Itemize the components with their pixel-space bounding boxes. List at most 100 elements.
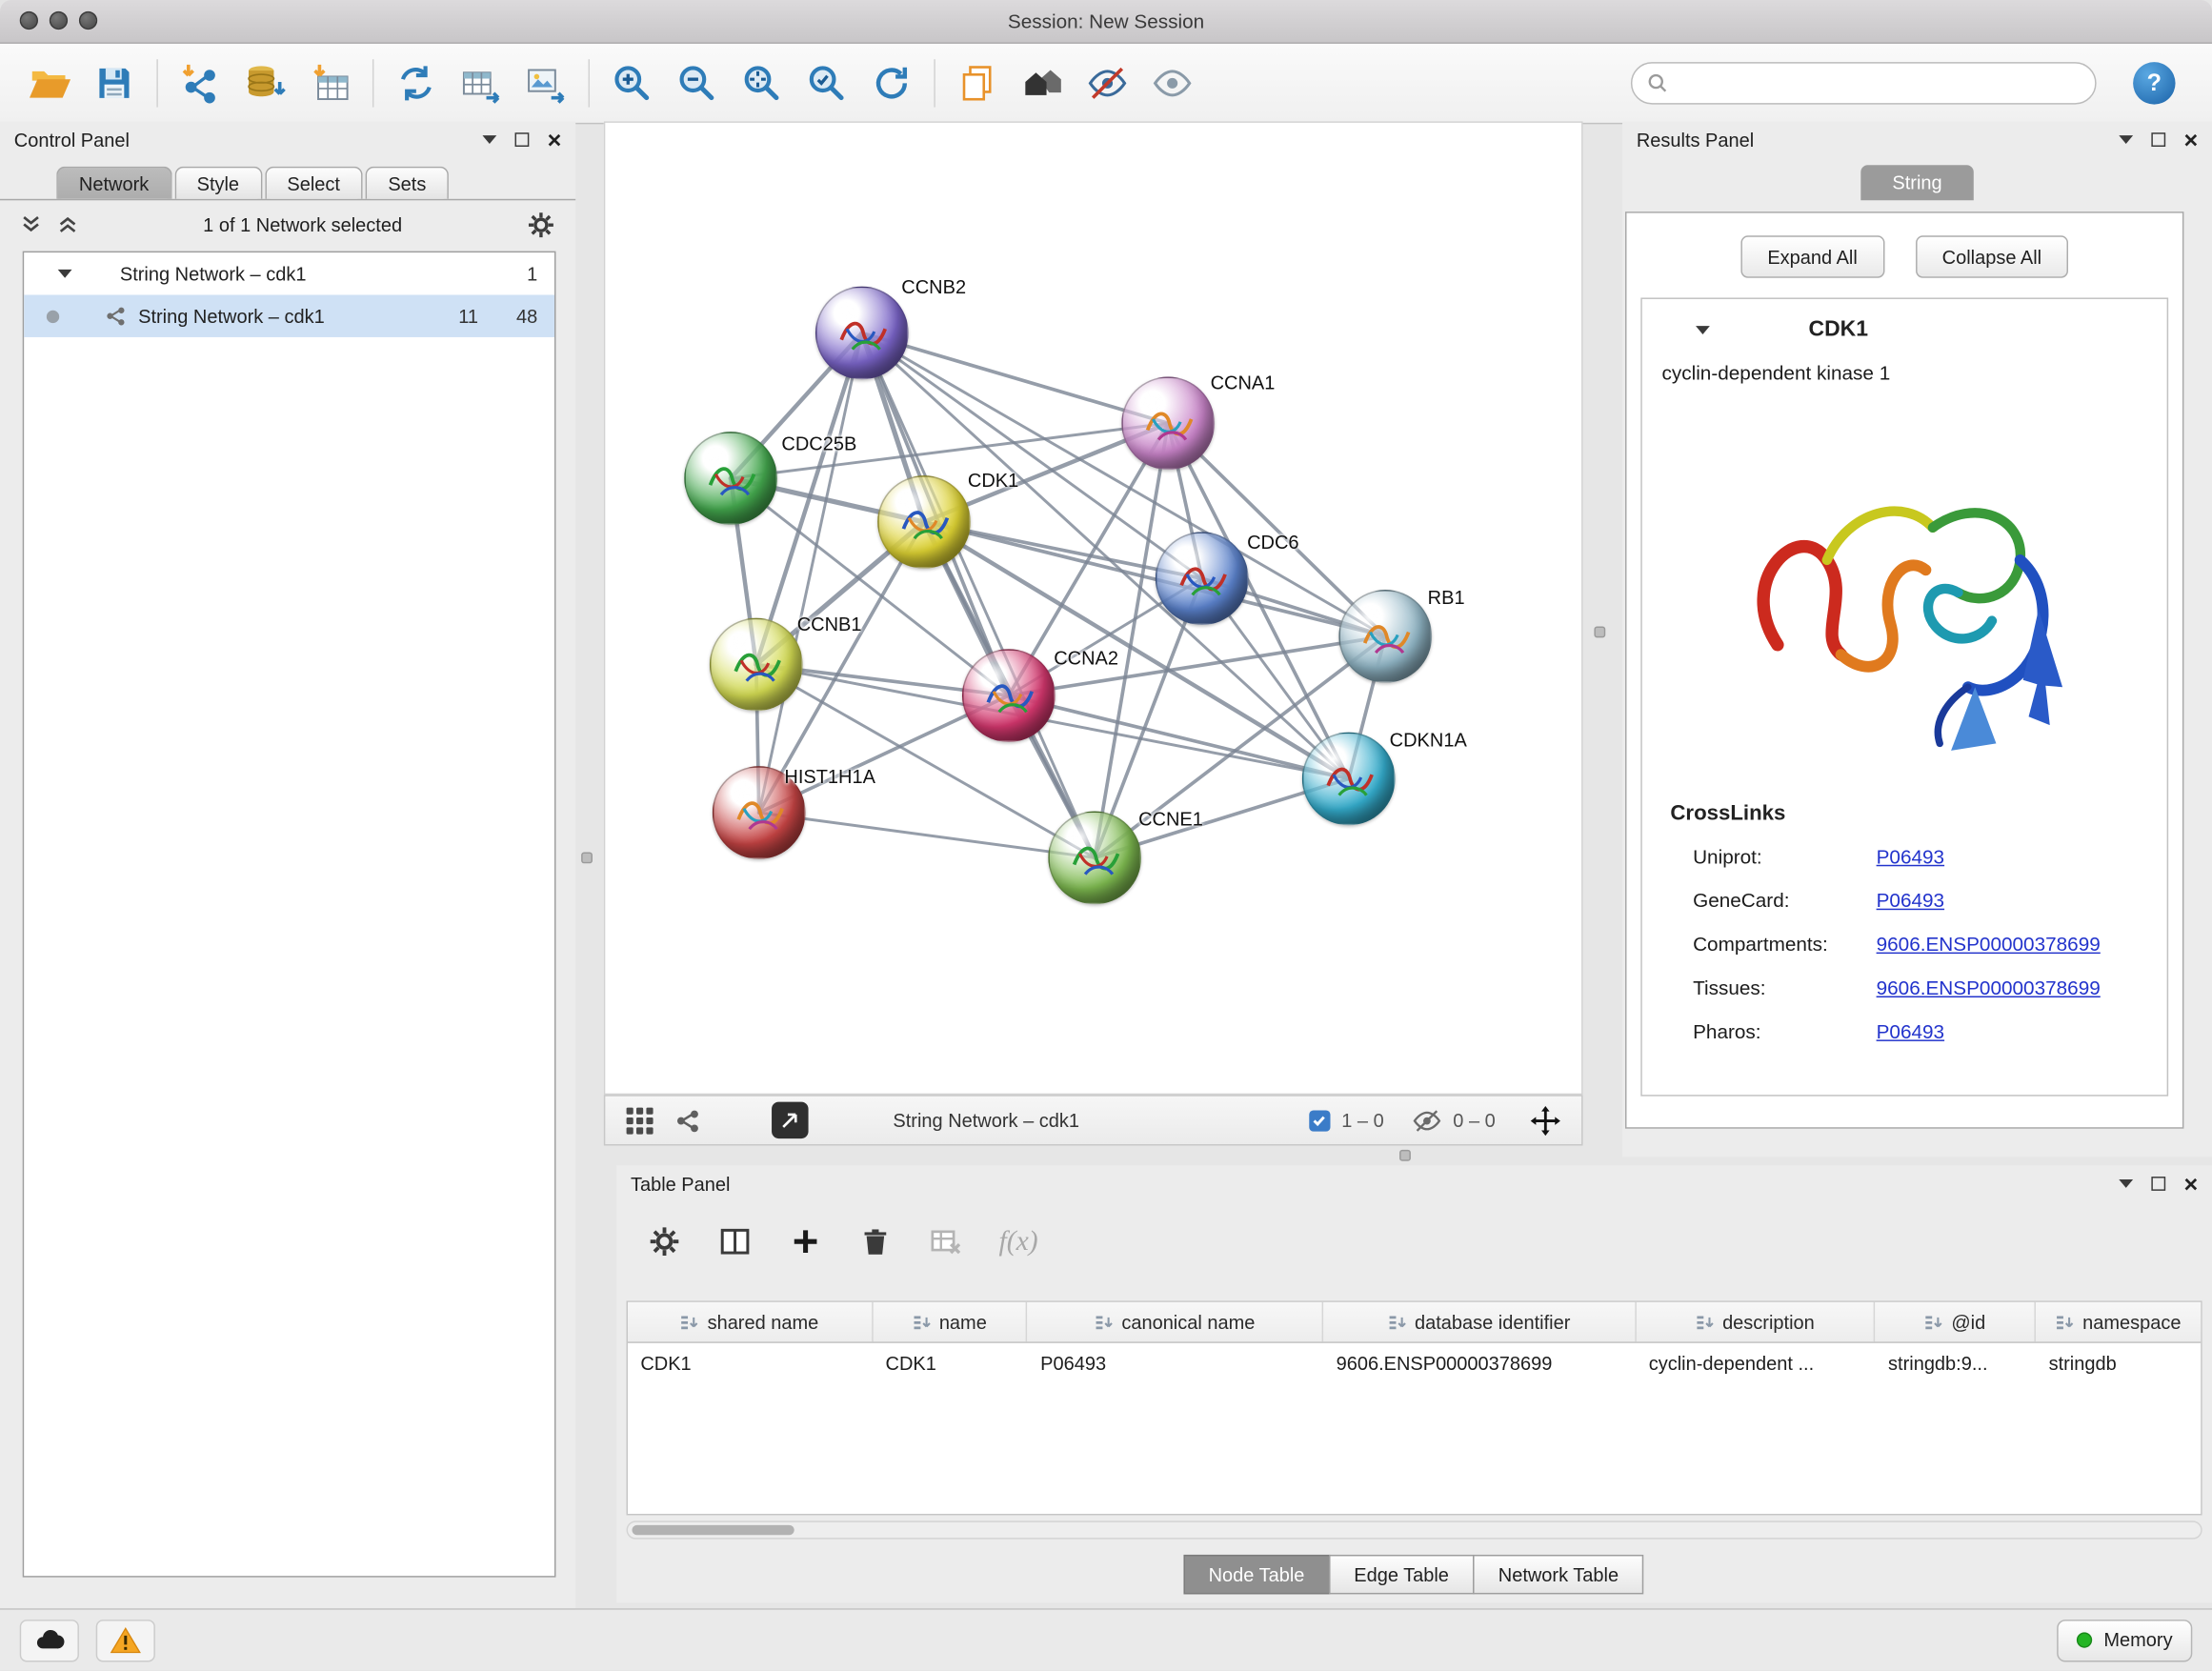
- network-node-CCNA2[interactable]: [962, 649, 1056, 742]
- delete-column-trash-icon[interactable]: [859, 1225, 892, 1258]
- crosslink-pharos-link[interactable]: P06493: [1877, 1019, 1944, 1042]
- database-import-icon: [244, 62, 286, 104]
- save-session-button[interactable]: [82, 52, 147, 114]
- section-collapse-caret-icon[interactable]: [1696, 326, 1710, 334]
- network-node-CCNA1[interactable]: [1121, 376, 1215, 470]
- panel-menu-caret-icon[interactable]: [483, 135, 497, 144]
- table-settings-gear-icon[interactable]: [648, 1224, 682, 1258]
- cell-database-identifier: 9606.ENSP00000378699: [1323, 1352, 1636, 1373]
- tab-string[interactable]: String: [1861, 165, 1973, 200]
- warnings-button[interactable]: [96, 1619, 155, 1661]
- float-panel-icon[interactable]: [2151, 132, 2165, 147]
- network-view-canvas[interactable]: CCNB2CCNA1CDC25BCDK1CDC6RB1CCNB1CCNA2CDK…: [604, 121, 1583, 1095]
- memory-button[interactable]: Memory: [2057, 1619, 2192, 1661]
- collapse-all-chevrons-icon[interactable]: [56, 213, 79, 236]
- function-builder-fx-icon: f(x): [998, 1225, 1037, 1258]
- birdseye-view-button[interactable]: [772, 1102, 809, 1139]
- column-header[interactable]: @id: [1876, 1302, 2037, 1341]
- selected-nodes-checkbox[interactable]: [1309, 1110, 1330, 1131]
- grid-view-icon[interactable]: [625, 1105, 654, 1135]
- create-column-plus-icon[interactable]: [789, 1224, 823, 1258]
- open-session-button[interactable]: [17, 52, 82, 114]
- close-window-button[interactable]: [20, 11, 38, 30]
- network-node-CDKN1A[interactable]: [1302, 733, 1396, 826]
- new-network-from-selection-button[interactable]: [384, 52, 449, 114]
- collapse-all-button[interactable]: Collapse All: [1916, 235, 2069, 277]
- close-panel-icon[interactable]: ×: [2184, 1172, 2199, 1196]
- close-panel-icon[interactable]: ×: [2184, 128, 2199, 151]
- network-collection-row[interactable]: String Network – cdk1 1: [24, 252, 554, 294]
- expand-all-button[interactable]: Expand All: [1740, 235, 1884, 277]
- column-header[interactable]: description: [1636, 1302, 1875, 1341]
- protein-section-header[interactable]: CDK1: [1642, 299, 2167, 361]
- zoom-window-button[interactable]: [79, 11, 97, 30]
- tab-node-table[interactable]: Node Table: [1183, 1555, 1330, 1594]
- zoom-out-button[interactable]: [665, 52, 730, 114]
- tree-expand-caret-icon[interactable]: [58, 270, 72, 278]
- show-columns-icon[interactable]: [718, 1224, 753, 1258]
- expand-all-chevrons-icon[interactable]: [20, 213, 43, 236]
- table-horizontal-scrollbar[interactable]: [627, 1520, 2202, 1539]
- hide-graphics-details-button[interactable]: [1075, 52, 1139, 114]
- import-table-from-file-button[interactable]: [297, 52, 362, 114]
- help-button[interactable]: ?: [2133, 62, 2175, 104]
- import-network-from-file-button[interactable]: [168, 52, 232, 114]
- column-header[interactable]: name: [873, 1302, 1028, 1341]
- refresh-view-button[interactable]: [859, 52, 924, 114]
- export-table-button[interactable]: [449, 52, 513, 114]
- network-node-CCNE1[interactable]: [1048, 812, 1141, 905]
- zoom-fit-button[interactable]: [730, 52, 794, 114]
- search-input[interactable]: [1678, 71, 2081, 95]
- horizontal-splitter-handle[interactable]: [1399, 1150, 1411, 1161]
- network-node-label: CCNB1: [797, 614, 862, 634]
- show-graphics-details-button[interactable]: [1140, 52, 1205, 114]
- scrollbar-thumb[interactable]: [632, 1525, 794, 1535]
- table-row[interactable]: CDK1 CDK1 P06493 9606.ENSP00000378699 cy…: [628, 1343, 2201, 1382]
- duplicate-network-button[interactable]: [945, 52, 1010, 114]
- column-header[interactable]: shared name: [628, 1302, 873, 1341]
- tab-style[interactable]: Style: [174, 167, 262, 199]
- import-network-from-database-button[interactable]: [232, 52, 297, 114]
- cloud-status-button[interactable]: [20, 1619, 79, 1661]
- network-node-RB1[interactable]: [1338, 590, 1432, 683]
- network-node-CDC25B[interactable]: [684, 432, 777, 525]
- network-node-CCNB2[interactable]: [815, 287, 909, 380]
- tab-select[interactable]: Select: [265, 167, 363, 199]
- zoom-in-button[interactable]: [599, 52, 664, 114]
- column-header[interactable]: namespace: [2036, 1302, 2201, 1341]
- tab-network[interactable]: Network: [56, 167, 171, 199]
- close-panel-icon[interactable]: ×: [548, 128, 562, 151]
- crosslink-compartments-link[interactable]: 9606.ENSP00000378699: [1877, 932, 2101, 955]
- minimize-window-button[interactable]: [50, 11, 68, 30]
- column-header[interactable]: database identifier: [1323, 1302, 1636, 1341]
- float-panel-icon[interactable]: [2151, 1177, 2165, 1191]
- export-image-button[interactable]: [513, 52, 578, 114]
- column-header[interactable]: canonical name: [1028, 1302, 1323, 1341]
- float-panel-icon[interactable]: [515, 132, 530, 147]
- zoom-selected-button[interactable]: [794, 52, 859, 114]
- pan-crosshair-icon[interactable]: [1529, 1104, 1561, 1137]
- network-node-CDK1[interactable]: [877, 475, 971, 569]
- tab-edge-table[interactable]: Edge Table: [1329, 1555, 1475, 1594]
- left-splitter-handle[interactable]: [581, 852, 593, 863]
- panel-menu-caret-icon[interactable]: [2119, 1179, 2133, 1188]
- crosslink-tissues-link[interactable]: 9606.ENSP00000378699: [1877, 976, 2101, 998]
- tab-network-table[interactable]: Network Table: [1473, 1555, 1644, 1594]
- network-options-gear-icon[interactable]: [526, 210, 555, 239]
- tab-sets[interactable]: Sets: [366, 167, 449, 199]
- table-type-tabs: Node Table Edge Table Network Table: [616, 1555, 2212, 1594]
- home-button[interactable]: [1010, 52, 1075, 114]
- panel-menu-caret-icon[interactable]: [2119, 135, 2133, 144]
- crosslink-uniprot-link[interactable]: P06493: [1877, 844, 1944, 867]
- protein-structure-thumbnail: [963, 649, 1054, 742]
- hidden-elements-eye-icon[interactable]: [1412, 1105, 1441, 1135]
- network-item-row[interactable]: String Network – cdk1 11 48: [24, 295, 554, 337]
- column-label: description: [1722, 1311, 1815, 1332]
- network-node-CCNB1[interactable]: [710, 618, 803, 712]
- crosslink-genecard-link[interactable]: P06493: [1877, 888, 1944, 911]
- cell-canonical-name: P06493: [1028, 1352, 1323, 1373]
- network-node-CDC6[interactable]: [1156, 532, 1249, 625]
- results-panel-title: Results Panel: [1637, 130, 1754, 151]
- right-splitter-handle[interactable]: [1594, 627, 1605, 638]
- network-share-view-icon[interactable]: [674, 1107, 701, 1134]
